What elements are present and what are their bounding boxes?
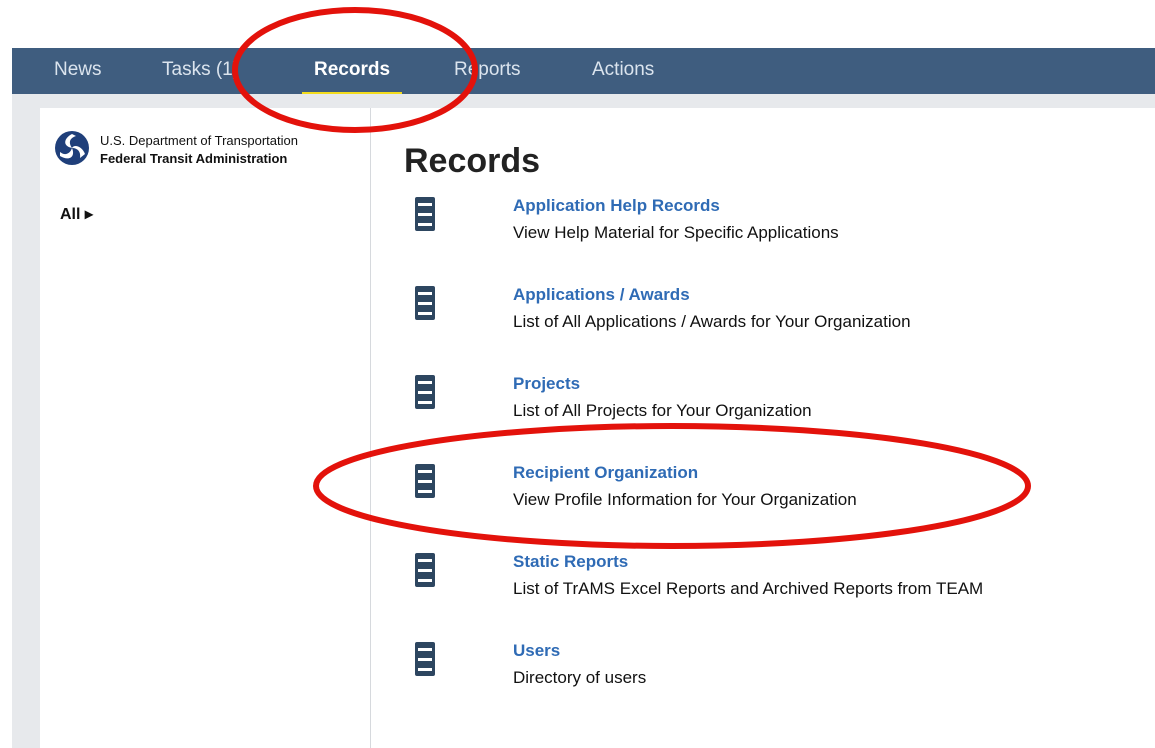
content-area: U.S. Department of Transportation Federa… bbox=[12, 94, 1155, 748]
record-link-static-reports[interactable]: Static Reports bbox=[513, 552, 628, 572]
main-panel: Records Application Help Records View He… bbox=[371, 108, 1155, 748]
dot-fta-logo[interactable]: U.S. Department of Transportation Federa… bbox=[54, 130, 354, 176]
record-desc-users: Directory of users bbox=[513, 668, 647, 687]
record-item-applications-awards: Applications / Awards List of All Applic… bbox=[413, 285, 1153, 345]
agency-line-2: Federal Transit Administration bbox=[100, 151, 288, 166]
record-item-users: Users Directory of users bbox=[413, 641, 1153, 701]
agency-name: U.S. Department of Transportation Federa… bbox=[100, 132, 298, 168]
record-desc-application-help: View Help Material for Specific Applicat… bbox=[513, 223, 839, 242]
file-cabinet-icon bbox=[415, 286, 435, 320]
file-cabinet-icon bbox=[415, 464, 435, 498]
record-item-recipient-organization: Recipient Organization View Profile Info… bbox=[413, 463, 1153, 523]
file-cabinet-icon bbox=[415, 553, 435, 587]
record-desc-static-reports: List of TrAMS Excel Reports and Archived… bbox=[513, 579, 984, 598]
record-desc-applications-awards: List of All Applications / Awards for Yo… bbox=[513, 312, 911, 331]
file-cabinet-icon bbox=[415, 197, 435, 231]
file-cabinet-icon bbox=[415, 642, 435, 676]
tab-tasks[interactable]: Tasks (1) bbox=[162, 48, 239, 94]
agency-line-1: U.S. Department of Transportation bbox=[100, 133, 298, 148]
tab-records-label: Records bbox=[314, 59, 391, 80]
record-link-projects[interactable]: Projects bbox=[513, 374, 580, 394]
sidebar: U.S. Department of Transportation Federa… bbox=[40, 108, 371, 748]
page-title: Records bbox=[404, 142, 541, 180]
tab-news[interactable]: News bbox=[54, 48, 102, 94]
tab-records[interactable]: Records bbox=[302, 48, 403, 96]
record-desc-projects: List of All Projects for Your Organizati… bbox=[513, 401, 812, 420]
record-link-application-help[interactable]: Application Help Records bbox=[513, 196, 720, 216]
top-nav-bar: News Tasks (1) Records Reports Actions bbox=[12, 48, 1155, 96]
file-cabinet-icon bbox=[415, 375, 435, 409]
record-desc-recipient-organization: View Profile Information for Your Organi… bbox=[513, 490, 857, 509]
tab-reports[interactable]: Reports bbox=[454, 48, 521, 94]
record-link-users[interactable]: Users bbox=[513, 641, 560, 661]
record-link-recipient-organization[interactable]: Recipient Organization bbox=[513, 463, 698, 483]
dot-triskelion-icon bbox=[55, 131, 89, 165]
tab-actions[interactable]: Actions bbox=[592, 48, 654, 94]
record-item-static-reports: Static Reports List of TrAMS Excel Repor… bbox=[413, 552, 1153, 612]
record-item-application-help: Application Help Records View Help Mater… bbox=[413, 196, 1153, 256]
record-link-applications-awards[interactable]: Applications / Awards bbox=[513, 285, 690, 305]
all-filter-link[interactable]: All ▸ bbox=[60, 204, 93, 224]
record-item-projects: Projects List of All Projects for Your O… bbox=[413, 374, 1153, 434]
